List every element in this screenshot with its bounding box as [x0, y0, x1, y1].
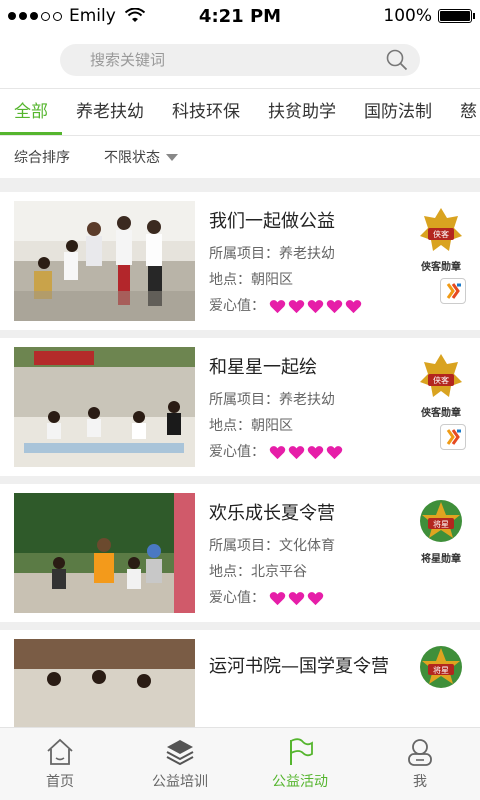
tab-elder-child[interactable]: 养老扶幼: [62, 89, 158, 135]
sort-dropdown[interactable]: 综合排序: [14, 147, 70, 167]
activity-title[interactable]: 我们一起做公益: [209, 207, 362, 233]
tab-charity[interactable]: 慈: [446, 89, 480, 135]
activity-card[interactable]: 欢乐成长夏令营 所属项目：文化体育 地点：北京平谷 爱心值： 将星 将星勋章: [0, 484, 480, 622]
activity-card[interactable]: 我们一起做公益 所属项目：养老扶幼 地点：朝阳区 爱心值： 侠客 侠客勋章: [0, 192, 480, 330]
activity-photo: [14, 347, 195, 467]
xiake-badge: 侠客 侠客勋章: [414, 204, 468, 273]
nav-training-label: 公益培训: [152, 774, 208, 790]
nav-me[interactable]: 我: [360, 728, 480, 800]
status-filter-label: 不限状态: [104, 150, 160, 166]
heart-icon: [327, 299, 343, 313]
status-bar: Emily 4:21 PM 100%: [0, 0, 480, 32]
activity-title[interactable]: 欢乐成长夏令营: [209, 499, 335, 525]
partner-logo-icon: [440, 424, 466, 450]
battery-percent: 100%: [383, 6, 432, 26]
heart-icon: [270, 445, 286, 459]
layers-icon: [166, 740, 194, 766]
tab-poverty-edu[interactable]: 扶贫助学: [254, 89, 350, 135]
star-medal-icon: 将星: [420, 500, 462, 542]
activity-card[interactable]: 和星星一起绘 所属项目：养老扶幼 地点：朝阳区 爱心值： 侠客 侠客勋章: [0, 338, 480, 476]
activity-title[interactable]: 和星星一起绘: [209, 353, 343, 379]
battery-icon: [438, 9, 475, 23]
love-value: 爱心值：: [209, 295, 362, 315]
love-label: 爱心值：: [209, 298, 265, 314]
nav-home-label: 首页: [46, 774, 74, 790]
home-icon: [47, 738, 73, 765]
search-input[interactable]: [88, 50, 386, 70]
search-bar: [0, 32, 480, 88]
heart-icon: [308, 299, 324, 313]
activity-photo: [14, 201, 195, 321]
heart-rating: [269, 299, 362, 314]
activity-location: 地点：朝阳区: [209, 272, 293, 288]
badge-inner-text: 侠客: [433, 375, 449, 385]
heart-rating: [269, 591, 324, 606]
filter-bar: 综合排序 不限状态: [0, 136, 480, 178]
heart-icon: [327, 445, 343, 459]
activity-project: 所属项目：养老扶幼: [209, 392, 335, 408]
status-dropdown[interactable]: 不限状态: [104, 147, 178, 167]
activity-location: 地点：朝阳区: [209, 418, 293, 434]
love-label: 爱心值：: [209, 444, 265, 460]
search-icon[interactable]: [386, 49, 408, 71]
medal-icon: 侠客: [420, 208, 462, 251]
dropdown-arrow-icon: [166, 153, 178, 161]
badge-inner-text: 侠客: [433, 229, 449, 239]
activity-location: 地点：北京平谷: [209, 564, 307, 580]
partner-logo-icon: [440, 278, 466, 304]
activity-project: 所属项目：养老扶幼: [209, 246, 335, 262]
heart-icon: [270, 591, 286, 605]
love-value: 爱心值：: [209, 587, 335, 607]
tab-all[interactable]: 全部: [0, 89, 62, 135]
tab-tech-env[interactable]: 科技环保: [158, 89, 254, 135]
wifi-icon: [124, 8, 145, 22]
heart-icon: [346, 299, 362, 313]
heart-icon: [289, 445, 305, 459]
carrier-name: Emily: [69, 6, 116, 26]
bottom-nav: 首页 公益培训 公益活动 我: [0, 727, 480, 800]
badge-label: 将星勋章: [421, 554, 461, 565]
tab-defense-law[interactable]: 国防法制: [350, 89, 446, 135]
medal-icon: 侠客: [420, 354, 462, 397]
heart-icon: [270, 299, 286, 313]
badge-label: 侠客勋章: [421, 408, 461, 419]
love-value: 爱心值：: [209, 441, 343, 461]
badge-inner-text: 将星: [433, 665, 449, 675]
heart-icon: [308, 445, 324, 459]
heart-icon: [289, 591, 305, 605]
search-box[interactable]: [60, 44, 420, 76]
nav-training[interactable]: 公益培训: [120, 728, 240, 800]
heart-icon: [308, 591, 324, 605]
category-tabs: 全部 养老扶幼 科技环保 扶贫助学 国防法制 慈: [0, 88, 480, 136]
badge-inner-text: 将星: [433, 519, 449, 529]
jiangxing-badge: 将星: [414, 642, 468, 696]
xiake-badge: 侠客 侠客勋章: [414, 350, 468, 419]
activity-title[interactable]: 运河书院—国学夏令营: [209, 652, 389, 678]
signal-strength: Emily: [8, 6, 145, 26]
jiangxing-badge: 将星 将星勋章: [414, 496, 468, 565]
flag-icon: [290, 738, 313, 765]
activity-project: 所属项目：文化体育: [209, 538, 335, 554]
activity-photo: [14, 493, 195, 613]
nav-activities-label: 公益活动: [272, 774, 328, 790]
heart-icon: [289, 299, 305, 313]
love-label: 爱心值：: [209, 590, 265, 606]
nav-me-label: 我: [413, 774, 427, 790]
star-medal-icon: 将星: [420, 646, 462, 688]
heart-rating: [269, 445, 343, 460]
badge-label: 侠客勋章: [421, 262, 461, 273]
nav-activities[interactable]: 公益活动: [240, 728, 360, 800]
nav-home[interactable]: 首页: [0, 728, 120, 800]
user-icon: [408, 739, 432, 766]
